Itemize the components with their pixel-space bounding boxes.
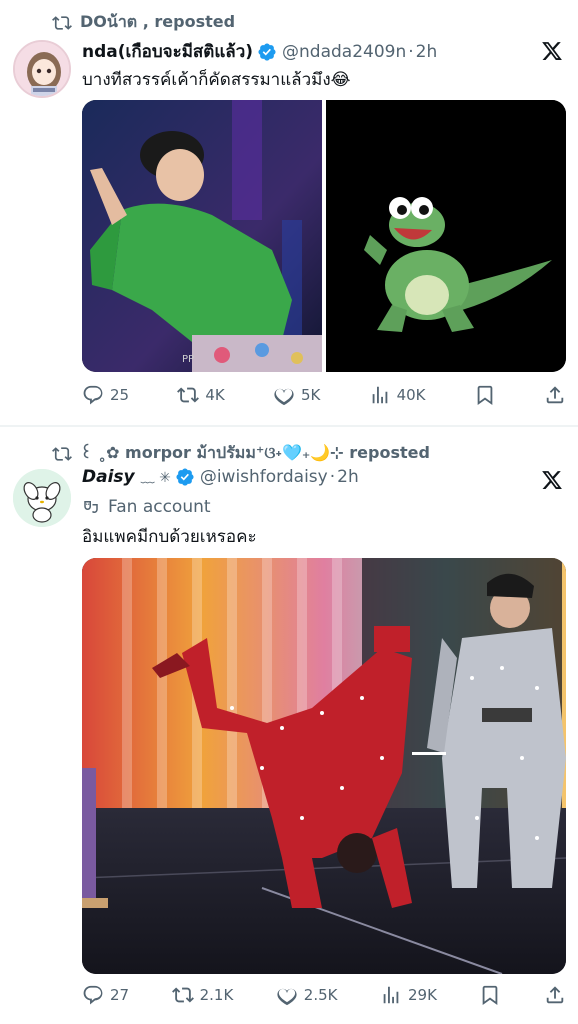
share-button[interactable] xyxy=(544,984,566,1006)
action-bar: 27 2.1K 2.5K 29K xyxy=(82,984,566,1006)
share-icon xyxy=(546,986,564,1004)
views-icon xyxy=(372,386,387,404)
author-name[interactable]: Daisy xyxy=(82,467,135,487)
repost-indicator[interactable]: ꒰ ˳✿ morpor ม้าปรัมม⁺ଓ˖🩵₊🌙⊹ reposted xyxy=(52,441,430,466)
image-watermark: PP xyxy=(182,354,195,365)
heart-icon xyxy=(277,988,297,1006)
reply-button[interactable]: 27 xyxy=(82,984,129,1006)
author-handle[interactable]: @iwishfordaisy xyxy=(200,467,328,487)
heart-icon xyxy=(274,388,294,406)
like-count: 5K xyxy=(300,386,321,404)
tweet-text: บางทีสวรรค์เค้าก็คัดสรรมาแล้วมึง😂 xyxy=(82,70,351,90)
repost-icon xyxy=(52,446,72,461)
x-logo-icon xyxy=(542,42,562,60)
repost-icon xyxy=(52,15,72,30)
views-icon xyxy=(383,986,399,1004)
views-button[interactable]: 29K xyxy=(380,984,437,1006)
author-handle[interactable]: @ndada2409n xyxy=(282,42,406,62)
author-line: nda(เกือบจะมีสติแล้ว) @ndada2409n · 2h xyxy=(82,38,437,65)
share-icon xyxy=(546,386,564,404)
action-bar: 25 4K 5K 40K xyxy=(82,384,566,406)
views-count: 40K xyxy=(396,386,426,404)
media-image xyxy=(82,558,566,974)
reply-count: 25 xyxy=(110,386,130,404)
fan-account-label[interactable]: Fan account xyxy=(82,497,211,517)
avatar[interactable] xyxy=(13,40,71,98)
repost-button[interactable]: 2.1K xyxy=(171,984,234,1006)
post-2[interactable]: ꒰ ˳✿ morpor ม้าปรัมม⁺ଓ˖🩵₊🌙⊹ reposted Dai… xyxy=(0,427,578,1024)
repost-button[interactable]: 4K xyxy=(177,384,225,406)
reply-icon xyxy=(83,985,103,1005)
bookmark-button[interactable] xyxy=(474,384,496,406)
tweet-media[interactable] xyxy=(82,558,566,974)
repost-icon xyxy=(171,987,194,1003)
x-logo-icon xyxy=(542,471,562,489)
share-button[interactable] xyxy=(544,384,566,406)
post-time[interactable]: 2h xyxy=(337,467,359,487)
post-1[interactable]: DOน้าต , reposted nda(เกือบจะมีสติแล้ว) … xyxy=(0,0,578,425)
reply-icon xyxy=(83,385,103,405)
repost-icon xyxy=(177,387,200,403)
verified-badge-icon xyxy=(176,468,194,486)
like-count: 2.5K xyxy=(303,986,338,1004)
repost-label: ꒰ ˳✿ morpor ม้าปรัมม⁺ଓ˖🩵₊🌙⊹ reposted xyxy=(80,443,430,462)
media-image-left xyxy=(82,100,566,372)
avatar[interactable] xyxy=(13,469,71,527)
repost-label: DOน้าต , reposted xyxy=(80,12,236,31)
tweet-text: อิมแพคมีกบด้วยเหรอคะ xyxy=(82,527,257,547)
repost-count: 4K xyxy=(205,386,225,404)
verified-badge-icon xyxy=(258,42,276,61)
bookmark-icon xyxy=(477,385,493,406)
author-line: Daisy ﹏ ✳︎ @iwishfordaisy · 2h xyxy=(82,467,359,487)
repost-count: 2.1K xyxy=(199,986,234,1004)
bookmark-icon xyxy=(483,985,498,1006)
reply-button[interactable]: 25 xyxy=(82,384,129,406)
post-time[interactable]: 2h xyxy=(416,42,438,62)
repost-indicator[interactable]: DOน้าต , reposted xyxy=(52,10,235,35)
name-decoration: ﹏ ✳︎ xyxy=(140,470,171,486)
like-button[interactable]: 2.5K xyxy=(276,984,338,1006)
views-button[interactable]: 40K xyxy=(369,384,426,406)
reply-count: 27 xyxy=(110,986,130,1004)
views-count: 29K xyxy=(408,986,437,1004)
like-button[interactable]: 5K xyxy=(273,384,320,406)
tweet-media[interactable]: PP xyxy=(82,100,566,372)
bookmark-button[interactable] xyxy=(479,984,501,1006)
fan-account-text: Fan account xyxy=(108,497,211,517)
masks-icon xyxy=(84,501,98,513)
author-name[interactable]: nda(เกือบจะมีสติแล้ว) xyxy=(82,38,253,65)
